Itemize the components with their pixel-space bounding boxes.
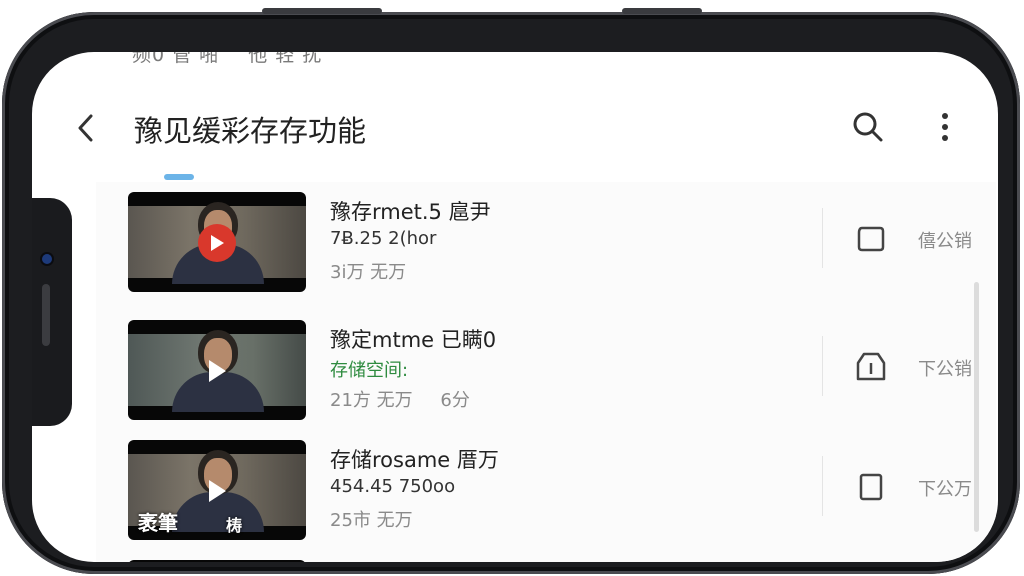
app-bar: 豫见缓彩存存功能	[32, 92, 998, 162]
tab-indicator	[164, 174, 194, 180]
row-action-label[interactable]: 下公销	[918, 355, 972, 381]
video-subtitle: 存储空间:	[330, 360, 409, 381]
list-item[interactable]: 袤筆 梼 存储rosame 厝万 454.45 750oo 25市 无万 下公万	[96, 430, 996, 544]
row-action-button[interactable]	[854, 222, 888, 256]
video-meta-size: 25市 无万	[330, 510, 413, 531]
play-icon	[209, 360, 226, 382]
video-thumbnail[interactable]	[128, 560, 306, 562]
thumbnail-caption-right: 梼	[226, 516, 243, 535]
list-item[interactable]: 豫定mtme 已瞒0 存储空间: 21方 无万 6分 下公销	[96, 310, 996, 424]
video-subtitle: 7Ƀ.25 2(hor	[330, 228, 437, 249]
video-list[interactable]: 豫存rmet.5 扈尹 7Ƀ.25 2(hor 3i万 无万 僖公销 豫定mtm…	[96, 182, 996, 562]
earpiece-speaker	[42, 284, 50, 346]
scrollbar[interactable]	[974, 282, 979, 532]
play-button[interactable]	[198, 472, 236, 510]
play-icon	[211, 235, 224, 251]
video-title: 豫存rmet.5 扈尹	[330, 200, 491, 224]
volume-button	[262, 8, 382, 14]
info-shield-icon	[856, 352, 886, 381]
status-bar: 频0 管 啪 他 轻 扰	[132, 52, 344, 66]
app-screen: 频0 管 啪 他 轻 扰 豫见缓彩存存功能 豫存rmet.5 扈尹 7Ƀ.25 …	[32, 52, 998, 562]
video-meta-duration: 6分	[440, 390, 470, 411]
row-action-button[interactable]	[854, 470, 888, 504]
phone-frame: 频0 管 啪 他 轻 扰 豫见缓彩存存功能 豫存rmet.5 扈尹 7Ƀ.25 …	[2, 8, 1020, 574]
video-meta: 3i万 无万	[330, 258, 406, 284]
video-meta: 21方 无万 6分	[330, 386, 470, 412]
list-item[interactable]	[96, 552, 996, 562]
search-button[interactable]	[848, 107, 888, 147]
back-button[interactable]	[68, 110, 104, 146]
video-meta-size: 3i万 无万	[330, 262, 407, 283]
square-outline-icon	[859, 473, 883, 501]
video-thumbnail[interactable]	[128, 320, 306, 420]
divider	[822, 208, 823, 268]
more-options-button[interactable]	[930, 107, 960, 147]
play-button[interactable]	[198, 224, 236, 262]
more-vert-icon	[942, 113, 948, 141]
play-icon	[209, 480, 226, 502]
video-meta-size: 21方 无万	[330, 390, 413, 411]
video-thumbnail[interactable]: 袤筆 梼	[128, 440, 306, 540]
square-rounded-icon	[857, 226, 885, 252]
row-action-button[interactable]	[854, 350, 888, 384]
video-thumbnail[interactable]	[128, 192, 306, 292]
list-item[interactable]: 豫存rmet.5 扈尹 7Ƀ.25 2(hor 3i万 无万 僖公销	[96, 182, 996, 296]
search-icon	[853, 112, 883, 142]
status-left: 频0 管 啪	[132, 52, 220, 66]
video-title: 豫定mtme 已瞒0	[330, 328, 497, 352]
power-button	[622, 8, 702, 14]
divider	[822, 336, 823, 396]
row-action-label[interactable]: 僖公销	[918, 227, 972, 253]
row-action-label[interactable]: 下公万	[918, 475, 972, 501]
status-right: 他 轻 扰	[248, 52, 323, 66]
divider	[822, 456, 823, 516]
video-meta: 25市 无万	[330, 506, 413, 532]
thumbnail-caption: 袤筆	[138, 511, 178, 535]
back-arrow-icon	[78, 114, 93, 142]
page-title: 豫见缓彩存存功能	[134, 114, 367, 148]
video-title: 存储rosame 厝万	[330, 448, 499, 472]
camera-cutout	[32, 198, 72, 426]
front-camera	[42, 254, 52, 264]
video-subtitle: 454.45 750oo	[330, 476, 456, 497]
play-button[interactable]	[198, 352, 236, 390]
